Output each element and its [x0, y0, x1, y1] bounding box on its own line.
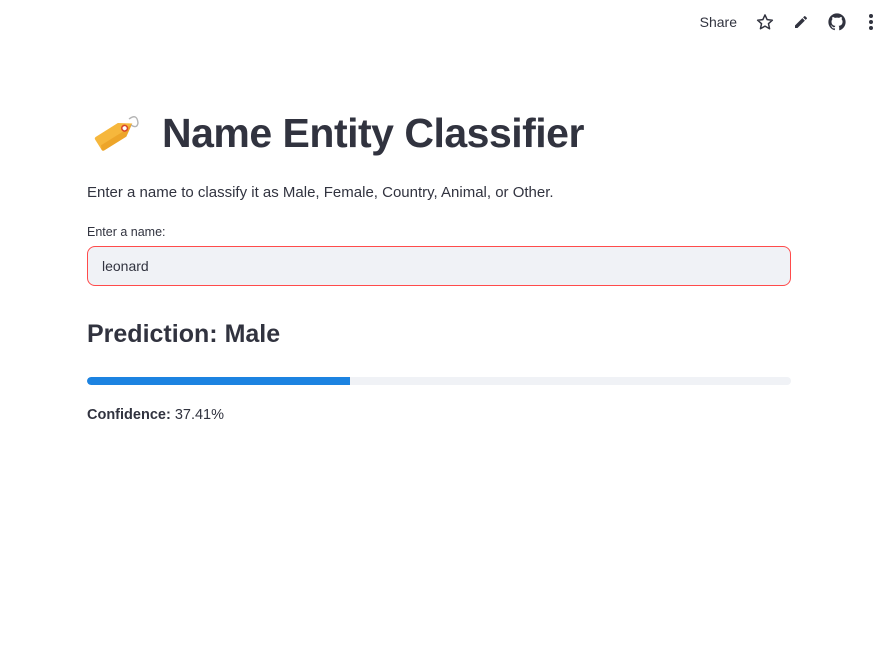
prediction-heading: Prediction: Male	[87, 318, 791, 350]
confidence-value: 37.41%	[174, 407, 224, 423]
confidence-label: Confidence:	[87, 407, 171, 423]
confidence-progress-fill	[87, 377, 351, 385]
prediction-value: Male	[224, 320, 281, 348]
page-title: Name Entity Classifier	[162, 110, 584, 156]
github-icon[interactable]	[828, 13, 846, 31]
share-button[interactable]: Share	[700, 14, 737, 30]
confidence-progress-bar	[87, 377, 791, 385]
pencil-icon[interactable]	[792, 13, 810, 31]
top-toolbar: Share	[0, 9, 881, 35]
name-input-label: Enter a name:	[87, 225, 166, 239]
confidence-text: Confidence: 37.41%	[87, 405, 791, 425]
label-tag-icon	[92, 108, 142, 158]
title-row: Name Entity Classifier	[87, 105, 791, 161]
name-input[interactable]	[100, 257, 790, 275]
prediction-label: Prediction:	[87, 320, 218, 348]
main-content: Name Entity Classifier Enter a name to c…	[87, 105, 791, 425]
more-vertical-icon[interactable]	[864, 13, 878, 31]
page-description: Enter a name to classify it as Male, Fem…	[87, 184, 554, 201]
star-icon[interactable]	[756, 13, 774, 31]
name-input-container[interactable]	[87, 246, 791, 286]
